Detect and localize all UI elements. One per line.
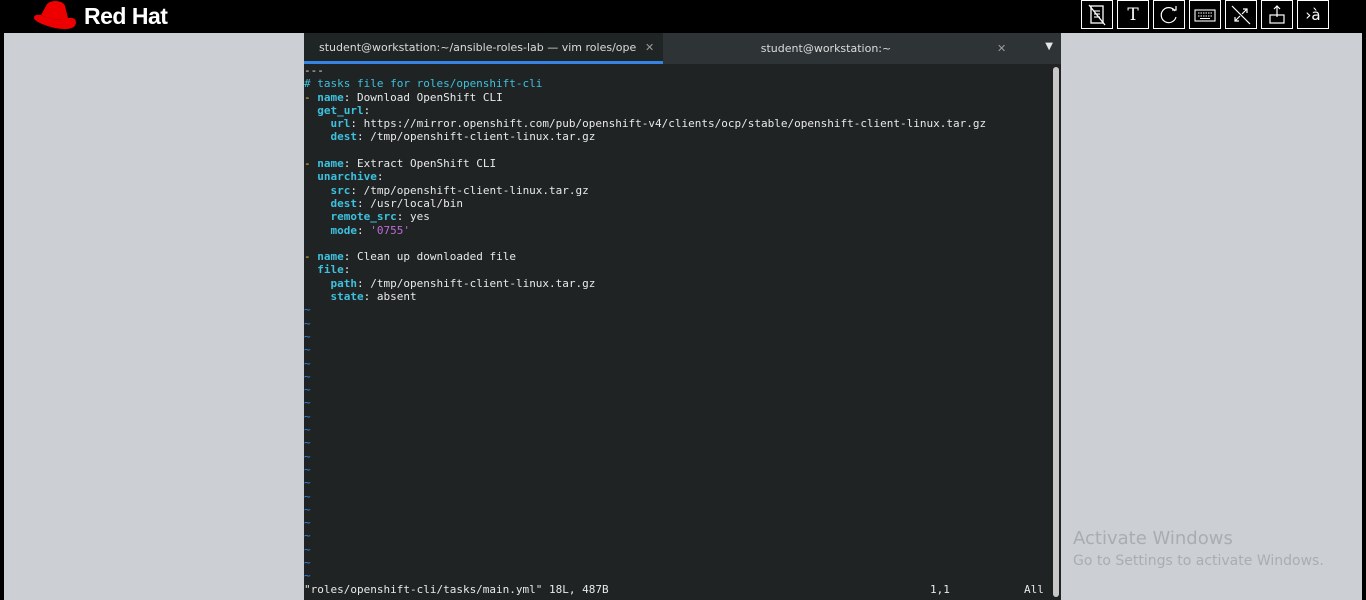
refresh-button[interactable] [1153, 0, 1185, 29]
chevron-down-icon[interactable]: ▼ [1045, 41, 1053, 52]
empty-buffer-line: ~ [304, 303, 311, 317]
vim-status-line: "roles/openshift-cli/tasks/main.yml" 18L… [304, 583, 1052, 598]
text-tool-button[interactable]: T [1117, 0, 1149, 29]
keyboard-icon [1194, 8, 1216, 22]
code-line: file: [317, 263, 351, 277]
code-line: --- [304, 64, 324, 77]
tab-label: student@workstation:~ [760, 42, 892, 55]
fullscreen-off-icon [1231, 5, 1251, 24]
refresh-icon [1160, 5, 1177, 23]
empty-buffer-line: ~ [304, 529, 311, 543]
terminal-scrollbar[interactable] [1052, 64, 1061, 600]
empty-buffer-line: ~ [304, 542, 311, 556]
status-scroll-position: All [1024, 583, 1044, 596]
code-line: # tasks file for roles/openshift-cli [304, 77, 543, 91]
code-line: remote_src: yes [330, 210, 430, 224]
code-line: state: absent [330, 290, 417, 304]
tab-vim-editor[interactable]: student@workstation:~/ansible-roles-lab … [304, 33, 663, 64]
empty-buffer-line: ~ [304, 343, 311, 357]
code-line: - name: Extract OpenShift CLI [304, 157, 497, 171]
empty-buffer-line: ~ [304, 516, 311, 530]
empty-buffer-line: ~ [304, 555, 311, 569]
upload-icon [1269, 4, 1285, 24]
empty-buffer-line: ~ [304, 396, 311, 410]
toolbar: T ›à [1081, 0, 1329, 29]
language-icon: ›à [1305, 5, 1321, 24]
code-line: src: /tmp/openshift-client-linux.tar.gz [330, 183, 589, 197]
watermark-subtitle: Go to Settings to activate Windows. [1073, 553, 1324, 569]
text-icon: T [1127, 4, 1139, 25]
empty-buffer-line: ~ [304, 476, 311, 490]
close-icon[interactable]: ✕ [997, 42, 1006, 55]
code-line: get_url: [317, 103, 371, 117]
red-hat-logo: Red Hat [32, 0, 168, 32]
code-line: path: /tmp/openshift-client-linux.tar.gz [330, 276, 596, 290]
code-line: dest: /tmp/openshift-client-linux.tar.gz [330, 130, 596, 144]
status-file-info: "roles/openshift-cli/tasks/main.yml" 18L… [304, 583, 609, 596]
code-line: - name: Clean up downloaded file [304, 250, 516, 264]
upload-button[interactable] [1261, 0, 1293, 29]
code-line: url: https://mirror.openshift.com/pub/op… [330, 117, 987, 131]
watermark-title: Activate Windows [1073, 528, 1233, 549]
empty-buffer-line: ~ [304, 409, 311, 423]
empty-buffer-line: ~ [304, 369, 311, 383]
top-bar: Red Hat T ›à [0, 0, 1366, 33]
scrollbar-thumb[interactable] [1053, 67, 1059, 597]
code-line: dest: /usr/local/bin [330, 196, 463, 210]
tab-home-shell[interactable]: student@workstation:~ ✕ [663, 33, 1026, 64]
activate-windows-watermark: Activate Windows Go to Settings to activ… [1073, 528, 1324, 570]
language-button[interactable]: ›à [1297, 0, 1329, 29]
empty-buffer-line: ~ [304, 502, 311, 516]
empty-buffer-line: ~ [304, 462, 311, 476]
empty-buffer-line: ~ [304, 436, 311, 450]
red-hat-fedora-icon [33, 1, 76, 29]
close-icon[interactable]: ✕ [645, 41, 654, 54]
empty-buffer-line: ~ [304, 569, 311, 583]
empty-buffer-line: ~ [304, 449, 311, 463]
code-line: - name: Download OpenShift CLI [304, 90, 503, 104]
empty-buffer-line: ~ [304, 316, 311, 330]
terminal-window[interactable]: student@workstation:~/ansible-roles-lab … [304, 33, 1061, 600]
empty-buffer-line: ~ [304, 383, 311, 397]
code-line: unarchive: [317, 170, 384, 184]
vim-editor-buffer[interactable]: --- # tasks file for roles/openshift-cli -… [304, 64, 1052, 600]
code-line: mode: '0755' [330, 223, 411, 237]
empty-buffer-line: ~ [304, 329, 311, 343]
status-cursor-position: 1,1 [930, 583, 950, 596]
notes-button[interactable] [1081, 0, 1113, 29]
tab-label: student@workstation:~/ansible-roles-lab … [319, 40, 637, 54]
notes-icon [1088, 4, 1106, 25]
brand-name: Red Hat [84, 2, 168, 29]
empty-buffer-line: ~ [304, 489, 311, 503]
keyboard-button[interactable] [1189, 0, 1221, 29]
fullscreen-off-button[interactable] [1225, 0, 1257, 29]
terminal-tab-bar: student@workstation:~/ansible-roles-lab … [304, 33, 1061, 64]
empty-buffer-line: ~ [304, 356, 311, 370]
empty-buffer-line: ~ [304, 423, 311, 437]
